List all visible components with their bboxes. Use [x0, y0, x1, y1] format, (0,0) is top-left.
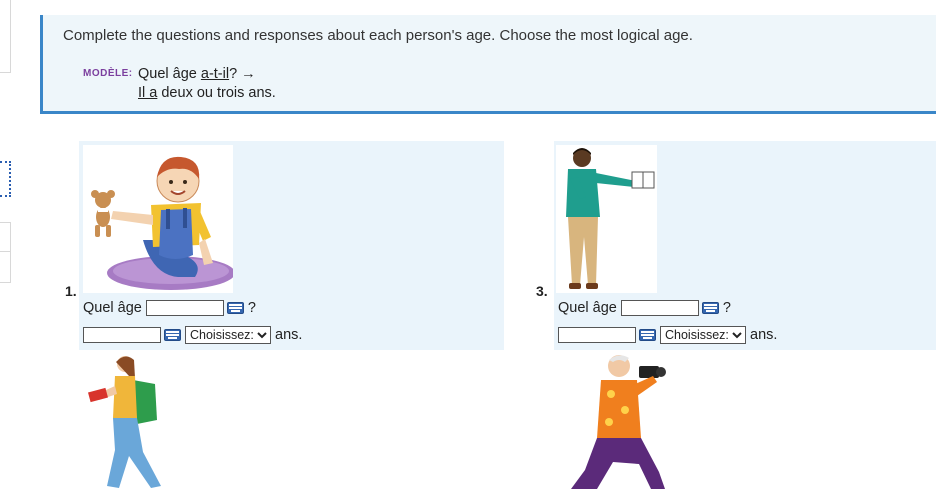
modele-question-verb: a-t-il — [200, 66, 230, 82]
question-item-1: 1. Quel âge ? Choisissez: ans. — [65, 141, 504, 350]
left-panel-stub-mid — [0, 222, 11, 252]
answer-suffix: ans. — [750, 327, 778, 343]
answer-line: Choisissez: ans. — [558, 326, 777, 344]
modele-label: MODÈLE: — [83, 68, 133, 79]
question-mark: ? — [247, 300, 256, 316]
student-with-backpack-icon — [83, 352, 163, 489]
modele-answer-subject: Il a — [138, 85, 158, 101]
question-line: Quel âge ? — [83, 300, 256, 316]
question-input[interactable] — [145, 300, 224, 316]
question-mark: ? — [722, 300, 731, 316]
modele-answer: Il a deux ou trois ans. — [138, 85, 276, 101]
modele-question: Quel âge a-t-il? → — [138, 66, 256, 82]
left-panel-stub-top — [0, 0, 11, 73]
keyboard-icon[interactable] — [226, 302, 244, 314]
instructions-text: Complete the questions and responses abo… — [63, 27, 693, 44]
item-number: 3. — [536, 283, 548, 299]
age-select[interactable]: Choisissez: — [660, 326, 746, 344]
age-select[interactable]: Choisissez: — [185, 326, 271, 344]
keyboard-icon[interactable] — [701, 302, 719, 314]
focus-outline-stub[interactable] — [0, 161, 11, 197]
question-line: Quel âge ? — [558, 300, 731, 316]
keyboard-icon[interactable] — [164, 329, 181, 341]
question-prefix: Quel âge — [558, 300, 617, 316]
elderly-photographer-icon — [561, 352, 676, 489]
answer-line: Choisissez: ans. — [83, 326, 302, 344]
question-prefix: Quel âge — [83, 300, 142, 316]
answer-suffix: ans. — [275, 327, 303, 343]
left-panel-stub-bottom — [0, 251, 11, 283]
modele-question-prefix: Quel âge — [138, 66, 201, 82]
man-holding-book-icon — [556, 145, 657, 293]
question-item-3: 3. Quel âge ? Choisissez: ans. — [536, 141, 936, 350]
question-input[interactable] — [620, 300, 699, 316]
modele-answer-rest: deux ou trois ans. — [157, 85, 276, 101]
item-number: 1. — [65, 283, 77, 299]
keyboard-icon[interactable] — [639, 329, 656, 341]
toddler-with-teddy-bear-icon — [83, 145, 235, 293]
modele-question-suffix: ? → — [229, 66, 256, 82]
answer-input[interactable] — [83, 327, 161, 343]
answer-input[interactable] — [558, 327, 636, 343]
instructions-panel: Complete the questions and responses abo… — [40, 15, 936, 114]
